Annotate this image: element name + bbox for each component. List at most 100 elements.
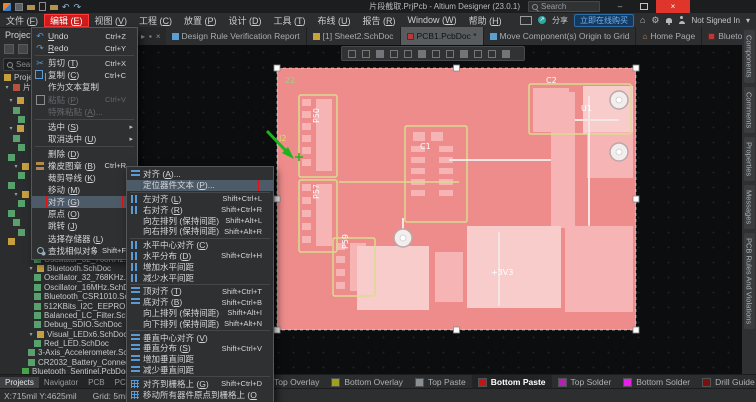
tree-expand-icon[interactable]: ▾ (13, 163, 19, 170)
align-submenu-item-18[interactable]: 垂直中心对齐 (V) (127, 332, 273, 343)
canvas-tool-icon[interactable] (376, 50, 384, 58)
edit-menu-item-3[interactable]: ✂剪切 (T)Ctrl+X (32, 57, 137, 69)
menubar-item-3[interactable]: 工程 (C) (133, 14, 178, 27)
tree-row-11[interactable]: 3-Axis_Accelerometer.SchDoc (0, 348, 136, 357)
document-tab-4[interactable]: ⌂Home Page (636, 27, 702, 45)
edit-menu-item-6[interactable]: 粘贴 (P)Ctrl+V (32, 93, 137, 105)
menubar-item-0[interactable]: 文件 (F) (0, 14, 44, 27)
edit-menu-item-9[interactable]: 选中 (S)▸ (32, 121, 137, 133)
document-tab-2[interactable]: PCB1.PcbDoc * (401, 27, 484, 45)
tab-bar-control-icon-1[interactable]: ▪ (149, 32, 152, 41)
right-panel-tab-comments[interactable]: Comments (744, 87, 755, 133)
tree-row-7[interactable]: Balanced_LC_Filter.SchDoc (0, 311, 136, 320)
canvas-tool-icon[interactable] (502, 50, 510, 58)
tab-bar-control-icon-0[interactable]: ▸ (141, 32, 145, 41)
open-icon[interactable] (27, 5, 35, 10)
canvas-tool-icon[interactable] (348, 50, 356, 58)
minimize-button[interactable]: – (608, 0, 632, 13)
align-submenu-item-21[interactable]: 减少垂直间距 (127, 365, 273, 376)
open-icon[interactable] (50, 5, 58, 10)
canvas-tool-icon[interactable] (446, 50, 454, 58)
align-submenu-item-9[interactable]: 水平分布 (D)Shift+Ctrl+H (127, 251, 273, 262)
edit-menu-item-13[interactable]: 橡皮图章 (B)Ctrl+R (32, 160, 137, 172)
home-icon[interactable]: ⌂ (640, 16, 645, 25)
layer-tab-bottom-overlay[interactable]: Bottom Overlay (325, 375, 409, 389)
align-submenu-item-24[interactable]: 移动所有器件原点到栅格上 (O) (127, 389, 273, 400)
close-button[interactable]: × (656, 0, 690, 13)
canvas-tool-icon[interactable] (474, 50, 482, 58)
canvas-tool-icon[interactable] (404, 50, 412, 58)
menubar-item-8[interactable]: 报告 (R) (357, 14, 402, 27)
align-submenu-item-23[interactable]: 对齐到栅格上 (G)Shift+Ctrl+D (127, 378, 273, 389)
edit-menu-item-7[interactable]: 特殊粘贴 (A)... (32, 106, 137, 118)
edit-menu-item-17[interactable]: 原点 (O)▸ (32, 208, 137, 220)
align-submenu-item-4[interactable]: 右对齐 (R)Shift+Ctrl+R (127, 204, 273, 215)
edit-menu-item-0[interactable]: ↶UndoCtrl+Z (32, 30, 137, 42)
menubar-item-6[interactable]: 工具 (T) (268, 14, 312, 27)
edit-menu-item-16[interactable]: 对齐 (G)▸ (32, 196, 137, 208)
edit-menu-item-5[interactable]: 作为文本复制 (32, 81, 137, 93)
align-submenu-item-3[interactable]: 左对齐 (L)Shift+Ctrl+L (127, 194, 273, 205)
panel-tab-navigator[interactable]: Navigator (39, 377, 83, 388)
layer-tab-top-solder[interactable]: Top Solder (552, 375, 618, 389)
tree-expand-icon[interactable]: ▾ (28, 331, 34, 338)
align-submenu-item-13[interactable]: 顶对齐 (T)Shift+Ctrl+T (127, 286, 273, 297)
align-submenu-item-14[interactable]: 底对齐 (B)Shift+Ctrl+B (127, 297, 273, 308)
redo-icon[interactable]: ↷ (74, 3, 82, 11)
align-submenu-item-20[interactable]: 增加垂直间距 (127, 354, 273, 365)
layer-tab-bottom-solder[interactable]: Bottom Solder (617, 375, 696, 389)
share-label[interactable]: 分享 (552, 15, 568, 26)
align-submenu-item-16[interactable]: 向下排列 (保持间距) (N)Shift+Alt+N (127, 318, 273, 329)
tree-row-6[interactable]: 512KBits_I2C_EEPROM.SchDoc (0, 301, 136, 310)
layer-tab-bottom-paste[interactable]: Bottom Paste (472, 375, 552, 389)
tree-row-10[interactable]: Red_LED.SchDoc (0, 339, 136, 348)
tree-row-3[interactable]: Oscillator_32_768KHz.SchDoc (0, 273, 136, 282)
edit-menu-item-19[interactable]: 选择存储器 (L)▸ (32, 233, 137, 245)
menubar-item-7[interactable]: 布线 (U) (312, 14, 357, 27)
tree-row-5[interactable]: Bluetooth_CSR1010.SchDoc (0, 292, 136, 301)
sheet-icon[interactable] (39, 2, 46, 11)
buy-online-button[interactable]: 立即在线购买 (574, 14, 634, 27)
canvas-tool-icon[interactable] (432, 50, 440, 58)
menubar-item-1[interactable]: 编辑 (E) (44, 14, 89, 27)
canvas-tool-icon[interactable] (460, 50, 468, 58)
right-panel-tab-components[interactable]: Components (744, 30, 755, 83)
align-submenu-item-6[interactable]: 向右排列 (保持间距) (H)Shift+Alt+R (127, 226, 273, 237)
align-submenu-item-1[interactable]: 定位器件文本 (P)... (127, 180, 273, 191)
panel-tool-icon[interactable] (4, 44, 14, 54)
align-submenu-item-15[interactable]: 向上排列 (保持间距) (I)Shift+Alt+I (127, 308, 273, 319)
panel-tool-icon[interactable] (18, 44, 28, 54)
canvas-tool-icon[interactable] (362, 50, 370, 58)
sign-in-label[interactable]: Not Signed In (692, 16, 740, 25)
panel-tab-pcb[interactable]: PCB (83, 377, 109, 388)
tree-row-2[interactable]: ▾Bluetooth.SchDoc (0, 264, 136, 273)
align-submenu-item-11[interactable]: 减少水平间距 (127, 272, 273, 283)
layer-tab-drill-guide[interactable]: Drill Guide (696, 375, 756, 389)
canvas-tool-icon[interactable] (390, 50, 398, 58)
tree-row-8[interactable]: Debug_SDIO.SchDoc (0, 320, 136, 329)
tree-row-9[interactable]: ▾Visual_LEDx6.SchDoc (0, 330, 136, 339)
edit-menu-item-12[interactable]: 删除 (D) (32, 148, 137, 160)
align-submenu-item-19[interactable]: 垂直分布 (S)Shift+Ctrl+V (127, 343, 273, 354)
undo-icon[interactable]: ↶ (62, 3, 70, 11)
align-submenu-item-5[interactable]: 向左排列 (保持间距) (E)Shift+Alt+L (127, 215, 273, 226)
align-submenu-item-0[interactable]: 对齐 (A)... (127, 169, 273, 180)
document-tab-0[interactable]: Design Rule Verification Report (166, 27, 307, 45)
edit-menu-item-20[interactable]: 查找相似对象 (N)...Shift+F (32, 245, 137, 257)
tree-expand-icon[interactable]: ▾ (28, 265, 34, 272)
document-tab-1[interactable]: [1] Sheet2.SchDoc (307, 27, 401, 45)
menubar-item-4[interactable]: 放置 (P) (178, 14, 223, 27)
tree-expand-icon[interactable]: ▾ (4, 84, 10, 91)
edit-menu-item-18[interactable]: 跳转 (J)▸ (32, 220, 137, 232)
tree-row-12[interactable]: CR2032_Battery_Connector.SchDoc (0, 358, 136, 367)
edit-menu-item-4[interactable]: 复制 (C)Ctrl+C (32, 69, 137, 81)
save-icon[interactable] (15, 3, 23, 11)
edit-menu-item-14[interactable]: 裁剪导线 (K) (32, 172, 137, 184)
menubar-item-5[interactable]: 设计 (D) (223, 14, 268, 27)
panel-tab-projects[interactable]: Projects (0, 377, 39, 388)
align-submenu-item-8[interactable]: 水平中心对齐 (C) (127, 240, 273, 251)
edit-menu-item-1[interactable]: ↷RedoCtrl+Y (32, 42, 137, 54)
right-panel-tab-pcb-rules-and-violations[interactable]: PCB Rules And Violations (744, 233, 755, 329)
align-submenu-item-10[interactable]: 增加水平间距 (127, 261, 273, 272)
global-search-input[interactable]: Search (528, 1, 600, 12)
